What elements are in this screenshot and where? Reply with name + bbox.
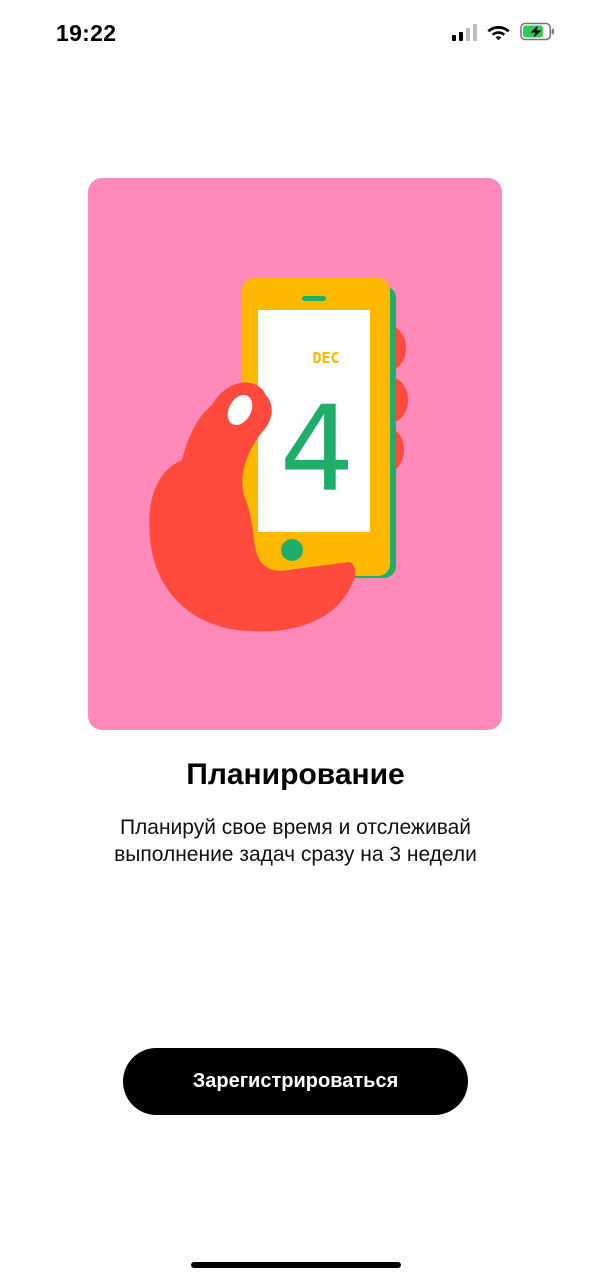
- status-bar: 19:22: [0, 0, 591, 66]
- status-icons: [452, 22, 555, 41]
- calendar-month: DEC: [312, 349, 339, 367]
- onboarding-subtitle: Планируй свое время и отслеживай выполне…: [114, 816, 477, 866]
- signal-icon: [452, 23, 477, 41]
- calendar-day: 4: [279, 380, 354, 518]
- home-indicator[interactable]: [191, 1262, 401, 1268]
- battery-charging-icon: [520, 22, 555, 41]
- wifi-icon: [487, 25, 510, 40]
- onboarding-title: Планирование: [186, 758, 405, 791]
- status-time: 19:22: [56, 20, 117, 46]
- register-button[interactable]: Зарегистрироваться: [123, 1048, 468, 1115]
- hand-holding-phone-image: DEC 4: [149, 278, 408, 632]
- onboarding-illustration: DEC 4: [88, 178, 502, 730]
